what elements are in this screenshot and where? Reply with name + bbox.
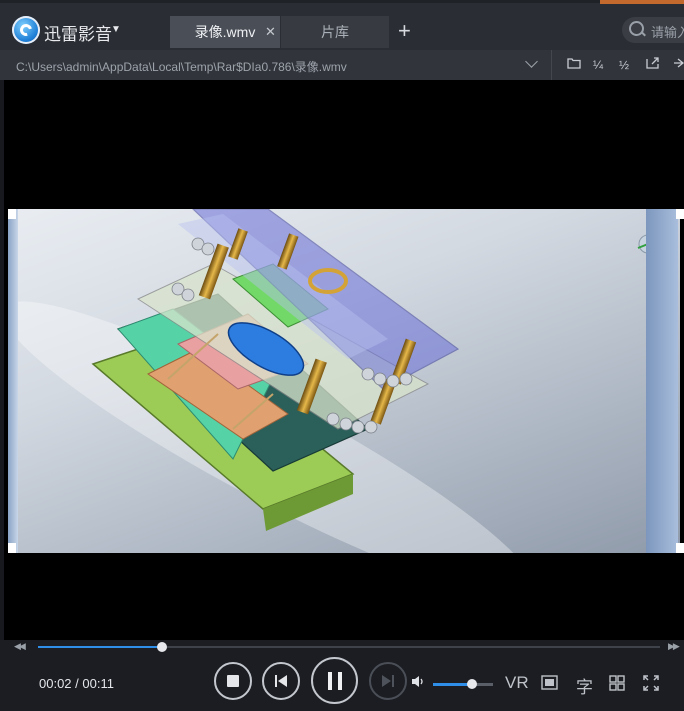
frame-corner	[8, 543, 16, 553]
tab-close-icon[interactable]: ✕	[265, 24, 276, 40]
file-path[interactable]: C:\Users\admin\AppData\Local\Temp\Rar$DI…	[16, 58, 347, 75]
app-logo-icon[interactable]	[12, 16, 40, 44]
pin-icon[interactable]	[672, 56, 684, 74]
path-divider	[551, 50, 552, 80]
export-icon[interactable]	[646, 56, 660, 74]
half-size-icon[interactable]: ½	[619, 56, 629, 74]
current-time: 00:02	[39, 676, 72, 691]
pause-button[interactable]	[311, 657, 358, 704]
time-display: 00:02 / 00:11	[39, 676, 114, 691]
screenshot-icon[interactable]	[541, 675, 558, 695]
video-frame	[8, 209, 680, 553]
frame-corner	[676, 209, 684, 219]
time-separator: /	[75, 676, 79, 691]
top-sliver	[0, 0, 684, 3]
volume-icon[interactable]	[411, 675, 425, 691]
seek-bar-progress	[38, 646, 163, 648]
tab-library[interactable]: 片库	[281, 16, 389, 48]
window-accent-strip	[600, 0, 684, 4]
playlist-grid-icon[interactable]	[609, 675, 625, 696]
search-placeholder: 请输入	[651, 25, 684, 40]
search-icon[interactable]	[629, 21, 644, 36]
app-title[interactable]: 迅雷影音	[44, 20, 112, 45]
stop-button[interactable]	[214, 662, 252, 700]
frame-corner	[8, 209, 16, 219]
frame-corner	[676, 543, 684, 553]
new-tab-plus-icon[interactable]: +	[398, 18, 411, 44]
previous-icon	[275, 675, 287, 687]
frame-right-border	[646, 209, 678, 553]
frame-left-border	[8, 209, 18, 553]
total-time: 00:11	[82, 676, 114, 691]
open-folder-icon[interactable]	[567, 56, 581, 74]
tab-current-video[interactable]: 录像.wmv	[170, 16, 280, 48]
seek-forward-icon[interactable]: ▶▶	[668, 641, 680, 652]
fullscreen-icon[interactable]	[643, 675, 659, 696]
app-menu-caret-icon[interactable]: ▼	[111, 24, 121, 35]
next-button[interactable]	[369, 662, 407, 700]
seek-back-icon[interactable]: ◀◀	[14, 641, 26, 652]
previous-button[interactable]	[262, 662, 300, 700]
pause-icon	[328, 672, 342, 690]
cad-render-image	[8, 209, 667, 553]
quarter-size-icon[interactable]: ¼	[593, 56, 603, 74]
volume-handle[interactable]	[467, 679, 477, 689]
next-icon	[382, 675, 394, 687]
subtitle-button[interactable]: 字	[576, 673, 593, 698]
vr-button[interactable]: VR	[505, 673, 529, 693]
